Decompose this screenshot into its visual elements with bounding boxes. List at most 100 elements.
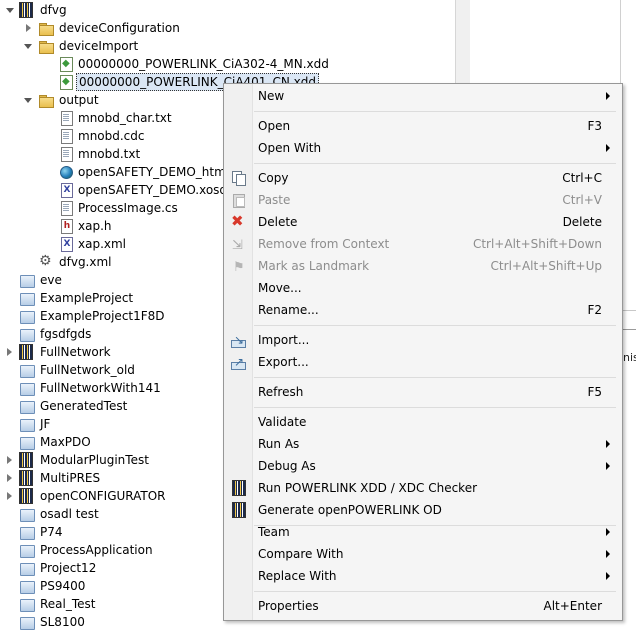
menu-separator	[254, 407, 616, 408]
tree-item-label: SL8100	[40, 615, 85, 629]
menu-separator	[254, 163, 616, 164]
xdd-file-icon	[58, 74, 74, 90]
collapse-arrow-icon[interactable]	[7, 492, 12, 500]
landmark-icon	[230, 257, 246, 279]
menu-separator	[254, 111, 616, 112]
menu-item-team[interactable]: Team	[224, 521, 622, 543]
menu-item-import[interactable]: Import...	[224, 329, 622, 351]
text-file-icon	[58, 200, 74, 216]
menu-item-remove-from-context[interactable]: Remove from Context Ctrl+Alt+Shift+Down	[224, 233, 622, 257]
project-icon	[19, 308, 35, 324]
text-file-icon	[58, 110, 74, 126]
menu-item-new[interactable]: New	[224, 85, 622, 107]
collapse-arrow-icon[interactable]	[7, 474, 12, 482]
submenu-arrow-icon	[606, 572, 610, 580]
tree-item-label: ExampleProject	[40, 291, 134, 305]
menu-item-shortcut: Ctrl+Alt+Shift+Down	[472, 237, 602, 251]
menu-item-shortcut: Ctrl+Alt+Shift+Up	[490, 259, 602, 273]
powerlink-project-icon	[19, 470, 33, 486]
tree-item-label: ModularPluginTest	[40, 453, 149, 467]
menu-item-debug-as[interactable]: Debug As	[224, 455, 622, 477]
tree-item-label: MultiPRES	[40, 471, 101, 485]
tree-item-deviceimport[interactable]: deviceImport	[0, 37, 455, 55]
menu-item-shortcut: F3	[587, 119, 602, 133]
project-icon	[19, 362, 35, 378]
tree-item-label: dfvg.xml	[59, 255, 112, 269]
text-file-icon	[58, 128, 74, 144]
menu-item-shortcut: Ctrl+V	[562, 193, 602, 207]
menu-item-generate-od[interactable]: Generate openPOWERLINK OD	[224, 499, 622, 521]
export-icon	[230, 351, 246, 373]
folder-icon	[38, 20, 54, 36]
project-icon	[19, 596, 35, 612]
tree-item-label: FullNetwork_old	[40, 363, 135, 377]
project-icon	[19, 326, 35, 342]
collapse-arrow-icon[interactable]	[7, 348, 12, 356]
menu-item-replace-with[interactable]: Replace With	[224, 565, 622, 587]
tree-item-label: deviceConfiguration	[59, 21, 180, 35]
config-file-icon	[38, 253, 54, 270]
expand-arrow-icon[interactable]	[24, 44, 32, 49]
project-icon	[19, 434, 35, 450]
expand-arrow-icon[interactable]	[24, 98, 32, 103]
menu-item-label: Delete	[258, 215, 298, 229]
globe-icon	[58, 164, 74, 180]
project-icon	[19, 398, 35, 414]
tree-item-label: output	[59, 93, 99, 107]
menu-item-label: Copy	[258, 171, 289, 185]
menu-item-compare-with[interactable]: Compare With	[224, 543, 622, 565]
menu-item-label: Replace With	[258, 569, 337, 583]
menu-item-label: New	[258, 89, 285, 103]
tree-item-label: PS9400	[40, 579, 86, 593]
menu-item-paste[interactable]: Paste Ctrl+V	[224, 189, 622, 211]
tree-item-label: osadl test	[40, 507, 99, 521]
menu-item-export[interactable]: Export...	[224, 351, 622, 373]
tree-item-label: deviceImport	[59, 39, 139, 53]
text-file-icon	[58, 146, 74, 162]
tree-item-deviceconfiguration[interactable]: deviceConfiguration	[0, 19, 455, 37]
menu-separator	[254, 325, 616, 326]
menu-item-validate[interactable]: Validate	[224, 411, 622, 433]
tree-item-label: dfvg	[40, 3, 67, 17]
partial-tab-label[interactable]: nis	[623, 351, 636, 364]
menu-item-rename[interactable]: Rename... F2	[224, 299, 622, 321]
submenu-arrow-icon	[606, 440, 610, 448]
tree-item-label: ExampleProject1F8D	[40, 309, 165, 323]
folder-open-icon	[38, 38, 54, 54]
submenu-arrow-icon	[606, 144, 610, 152]
menu-item-label: Open With	[258, 141, 322, 155]
x-file-icon	[58, 182, 74, 198]
menu-item-label: Debug As	[258, 459, 316, 473]
collapse-arrow-icon[interactable]	[26, 24, 31, 32]
menu-item-refresh[interactable]: Refresh F5	[224, 381, 622, 403]
menu-item-label: Run POWERLINK XDD / XDC Checker	[258, 481, 478, 495]
context-menu: New Open F3 Open With Copy Ctrl+C Paste …	[223, 83, 623, 621]
folder-open-icon	[38, 92, 54, 108]
menu-item-shortcut: F5	[587, 385, 602, 399]
menu-item-properties[interactable]: Properties Alt+Enter	[224, 595, 622, 617]
expand-arrow-icon[interactable]	[6, 8, 14, 13]
menu-item-mark-as-landmark[interactable]: Mark as Landmark Ctrl+Alt+Shift+Up	[224, 255, 622, 279]
powerlink-icon	[232, 480, 246, 496]
menu-item-label: Export...	[258, 355, 309, 369]
submenu-arrow-icon	[606, 550, 610, 558]
menu-item-move[interactable]: Move...	[224, 277, 622, 299]
tree-item-xdd-mn[interactable]: 00000000_POWERLINK_CiA302-4_MN.xdd	[0, 55, 455, 73]
menu-item-open-with[interactable]: Open With	[224, 137, 622, 159]
menu-item-shortcut: F2	[587, 303, 602, 317]
menu-item-label: Validate	[258, 415, 307, 429]
menu-item-label: Mark as Landmark	[258, 259, 370, 273]
tree-item-dfvg[interactable]: dfvg	[0, 1, 455, 19]
menu-item-run-as[interactable]: Run As	[224, 433, 622, 455]
project-icon	[19, 578, 35, 594]
menu-item-label: Team	[258, 525, 290, 539]
menu-item-run-xdd-checker[interactable]: Run POWERLINK XDD / XDC Checker	[224, 477, 622, 499]
tree-item-label: ProcessApplication	[40, 543, 153, 557]
menu-item-delete[interactable]: Delete Delete	[224, 211, 622, 233]
menu-item-open[interactable]: Open F3	[224, 115, 622, 137]
tree-item-label: GeneratedTest	[40, 399, 128, 413]
project-icon	[19, 416, 35, 432]
collapse-arrow-icon[interactable]	[7, 456, 12, 464]
menu-item-copy[interactable]: Copy Ctrl+C	[224, 167, 622, 189]
xdd-file-icon	[58, 56, 74, 72]
